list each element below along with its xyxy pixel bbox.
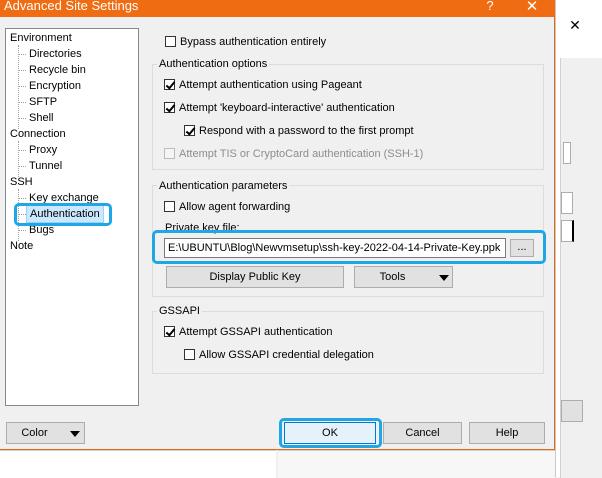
bypass-authentication-checkbox[interactable]: Bypass authentication entirely bbox=[165, 34, 326, 50]
gssapi-delegation-label: Allow GSSAPI credential delegation bbox=[199, 349, 374, 361]
agent-forwarding-label: Allow agent forwarding bbox=[179, 201, 291, 213]
tree-connector bbox=[18, 230, 26, 231]
tree-connector bbox=[18, 86, 26, 87]
color-button[interactable]: Color bbox=[6, 422, 85, 444]
settings-tree[interactable]: Environment Directories Recycle bin Encr… bbox=[5, 28, 139, 406]
color-button-label: Color bbox=[21, 427, 48, 439]
checkbox-box[interactable] bbox=[184, 349, 195, 360]
gssapi-delegation-checkbox[interactable]: Allow GSSAPI credential delegation bbox=[184, 347, 374, 363]
checkbox-box bbox=[164, 148, 175, 159]
help-icon[interactable]: ? bbox=[480, 0, 500, 13]
keyboard-interactive-label: Attempt 'keyboard-interactive' authentic… bbox=[179, 102, 395, 114]
tools-button-label: Tools bbox=[379, 271, 406, 283]
checkbox-box[interactable] bbox=[164, 79, 175, 90]
close-icon[interactable]: ✕ bbox=[520, 0, 544, 15]
background-window: ✕ bbox=[555, 0, 602, 478]
checkbox-box[interactable] bbox=[184, 125, 195, 136]
tree-item-connection[interactable]: Connection bbox=[10, 126, 66, 142]
checkbox-box[interactable] bbox=[164, 102, 175, 113]
tree-connector bbox=[18, 54, 26, 55]
ok-button[interactable]: OK bbox=[284, 422, 376, 444]
gssapi-group bbox=[152, 311, 544, 374]
respond-password-checkbox[interactable]: Respond with a password to the first pro… bbox=[184, 123, 414, 139]
window-title: Advanced Site Settings bbox=[4, 0, 139, 13]
tree-connector bbox=[18, 189, 19, 241]
tree-item-key-exchange[interactable]: Key exchange bbox=[29, 190, 99, 206]
checkbox-box[interactable] bbox=[164, 201, 175, 212]
authentication-options-title: Authentication options bbox=[157, 57, 270, 71]
tree-connector bbox=[18, 45, 19, 129]
background-close-icon[interactable]: ✕ bbox=[562, 14, 588, 36]
gssapi-attempt-label: Attempt GSSAPI authentication bbox=[179, 326, 333, 338]
tree-item-tunnel[interactable]: Tunnel bbox=[29, 158, 62, 174]
tree-item-note[interactable]: Note bbox=[10, 238, 33, 254]
pageant-checkbox[interactable]: Attempt authentication using Pageant bbox=[164, 77, 362, 93]
background-field bbox=[561, 192, 573, 214]
background-area bbox=[0, 450, 276, 478]
display-public-key-button[interactable]: Display Public Key bbox=[166, 266, 344, 288]
tree-connector bbox=[18, 102, 26, 103]
tree-connector bbox=[18, 198, 26, 199]
checkbox-box[interactable] bbox=[164, 326, 175, 337]
chevron-down-icon bbox=[70, 431, 80, 437]
authentication-parameters-title: Authentication parameters bbox=[157, 179, 290, 193]
cancel-button[interactable]: Cancel bbox=[383, 422, 462, 444]
browse-key-button[interactable]: ... bbox=[510, 239, 534, 257]
gssapi-title: GSSAPI bbox=[157, 304, 202, 318]
tree-connector bbox=[18, 118, 26, 119]
background-panel bbox=[560, 58, 602, 478]
tree-item-proxy[interactable]: Proxy bbox=[29, 142, 57, 158]
keyboard-interactive-checkbox[interactable]: Attempt 'keyboard-interactive' authentic… bbox=[164, 100, 395, 116]
tree-item-shell[interactable]: Shell bbox=[29, 110, 53, 126]
tree-item-encryption[interactable]: Encryption bbox=[29, 78, 81, 94]
tree-connector bbox=[18, 214, 26, 215]
help-button[interactable]: Help bbox=[469, 422, 545, 444]
tree-item-bugs[interactable]: Bugs bbox=[29, 222, 54, 238]
gssapi-attempt-checkbox[interactable]: Attempt GSSAPI authentication bbox=[164, 324, 332, 340]
private-key-label: Private key file: bbox=[165, 222, 240, 234]
advanced-site-settings-dialog: Advanced Site Settings ? ✕ Environment D… bbox=[0, 0, 555, 450]
tree-connector bbox=[18, 166, 26, 167]
tis-cryptocard-checkbox: Attempt TIS or CryptoCard authentication… bbox=[164, 146, 423, 162]
tree-item-authentication[interactable]: Authentication bbox=[26, 205, 104, 223]
tis-cryptocard-label: Attempt TIS or CryptoCard authentication… bbox=[179, 148, 424, 160]
tree-item-directories[interactable]: Directories bbox=[29, 46, 82, 62]
checkbox-box[interactable] bbox=[165, 36, 176, 47]
background-button bbox=[561, 400, 583, 422]
titlebar: Advanced Site Settings ? ✕ bbox=[0, 0, 555, 17]
tree-connector bbox=[18, 141, 19, 177]
private-key-input[interactable]: E:\UBUNTU\Blog\Newvmsetup\ssh-key-2022-0… bbox=[164, 238, 506, 258]
bypass-authentication-label: Bypass authentication entirely bbox=[180, 36, 327, 48]
pageant-label: Attempt authentication using Pageant bbox=[179, 79, 362, 91]
tree-item-sftp[interactable]: SFTP bbox=[29, 94, 57, 110]
background-dropdown bbox=[561, 220, 574, 242]
chevron-down-icon bbox=[439, 275, 449, 281]
respond-password-label: Respond with a password to the first pro… bbox=[199, 125, 414, 137]
tree-item-recycle-bin[interactable]: Recycle bin bbox=[29, 62, 86, 78]
tree-item-ssh[interactable]: SSH bbox=[10, 174, 33, 190]
tools-button[interactable]: Tools bbox=[354, 266, 453, 288]
background-area bbox=[278, 450, 555, 478]
tree-connector bbox=[18, 70, 26, 71]
agent-forwarding-checkbox[interactable]: Allow agent forwarding bbox=[164, 199, 290, 215]
background-field bbox=[563, 142, 571, 164]
tree-item-environment[interactable]: Environment bbox=[10, 30, 72, 46]
tree-connector bbox=[18, 150, 26, 151]
